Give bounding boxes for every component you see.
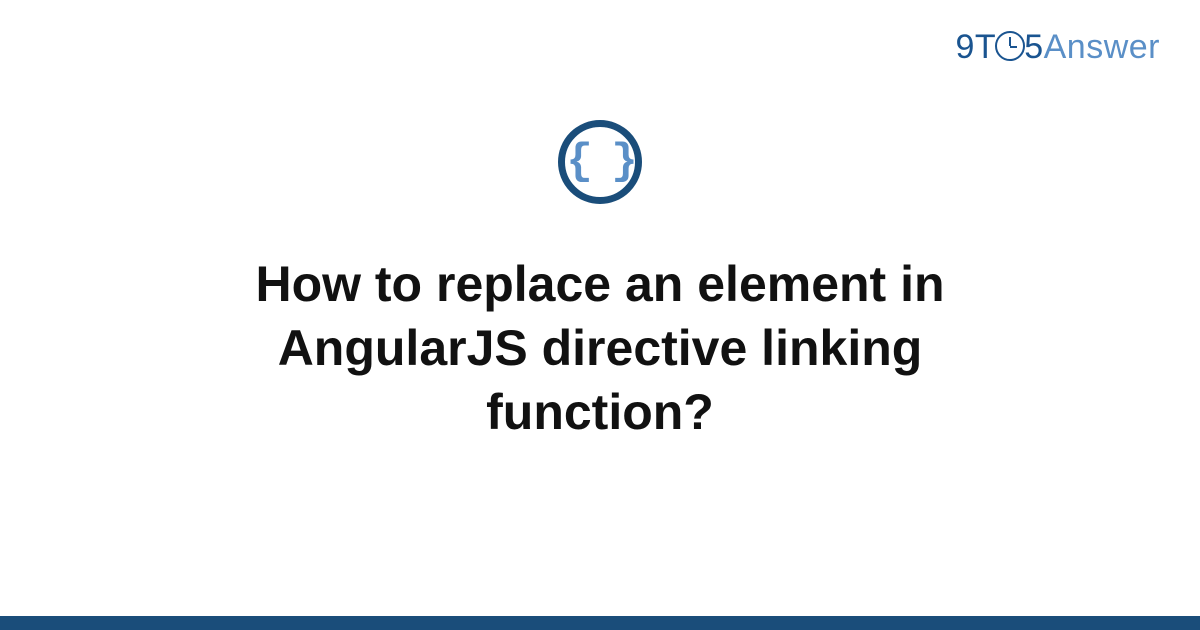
- code-braces-icon: { }: [566, 140, 633, 184]
- site-logo: 9T 5Answer: [956, 28, 1160, 67]
- question-title: How to replace an element in AngularJS d…: [150, 252, 1050, 444]
- clock-icon: [995, 31, 1025, 61]
- logo-part-9t: 9T: [956, 28, 997, 66]
- bottom-accent-bar: [0, 616, 1200, 630]
- logo-part-5: 5: [1024, 28, 1043, 66]
- category-icon-circle: { }: [558, 120, 642, 204]
- main-content: { } How to replace an element in Angular…: [0, 120, 1200, 444]
- logo-part-answer: Answer: [1044, 28, 1160, 66]
